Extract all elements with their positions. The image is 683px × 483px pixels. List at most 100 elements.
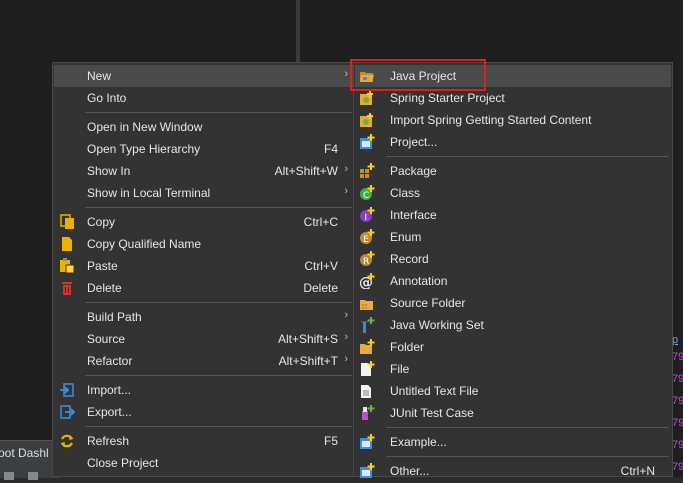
- boot-dashboard-tab-label: oot Dashl: [0, 446, 49, 460]
- menu-item-shortcut: Ctrl+N: [620, 464, 655, 478]
- menu-item-source[interactable]: Source Alt+Shift+S ›: [54, 328, 354, 350]
- submenu-item-java-working-set[interactable]: J Java Working Set: [355, 314, 671, 336]
- menu-item-shortcut: Delete: [303, 281, 338, 295]
- menu-item-label: Open Type Hierarchy: [87, 142, 201, 156]
- menu-item-build-path[interactable]: Build Path ›: [54, 306, 354, 328]
- menu-item-label: Import Spring Getting Started Content: [390, 113, 592, 127]
- console-text: 79: [672, 439, 683, 451]
- submenu-item-package[interactable]: Package: [355, 160, 671, 182]
- svg-text:J: J: [359, 320, 368, 333]
- menu-item-show-in[interactable]: Show In Alt+Shift+W ›: [54, 160, 354, 182]
- menu-item-new[interactable]: New ›: [54, 65, 354, 87]
- menu-item-shortcut: Ctrl+V: [304, 259, 338, 273]
- context-menu: New › Go Into Open in New Window Open Ty…: [52, 62, 356, 477]
- console-area: p 79 79 79 79 79 79 79: [672, 62, 683, 477]
- file-icon: [359, 361, 375, 377]
- menu-item-refresh[interactable]: Refresh F5: [54, 430, 354, 452]
- svg-text:R: R: [363, 257, 369, 267]
- menu-item-label: Enum: [390, 230, 422, 244]
- record-icon: R: [359, 251, 375, 267]
- submenu-item-record[interactable]: R Record: [355, 248, 671, 270]
- submenu-item-interface[interactable]: I Interface: [355, 204, 671, 226]
- menu-item-import[interactable]: Import...: [54, 379, 354, 401]
- console-link[interactable]: p: [672, 334, 683, 346]
- highlight-box: [350, 59, 486, 91]
- menu-item-paste[interactable]: Paste Ctrl+V: [54, 255, 354, 277]
- menu-separator: [85, 375, 352, 376]
- enum-icon: E: [359, 229, 375, 245]
- menu-item-label: Copy Qualified Name: [87, 237, 202, 251]
- spring-import-icon: [359, 112, 375, 128]
- menu-item-label: Folder: [390, 340, 425, 354]
- svg-text:E: E: [363, 235, 369, 245]
- menu-item-label: Close Project: [87, 456, 159, 470]
- submenu-item-other[interactable]: Other... Ctrl+N: [355, 460, 671, 482]
- menu-item-label: Project...: [390, 135, 438, 149]
- export-icon: [59, 404, 76, 420]
- class-icon: C: [359, 185, 375, 201]
- menu-item-shortcut: Alt+Shift+T: [278, 354, 338, 368]
- console-text: 79: [672, 373, 683, 385]
- menu-item-label: Example...: [390, 435, 447, 449]
- menu-item-label: Source: [87, 332, 126, 346]
- menu-item-copy[interactable]: Copy Ctrl+C: [54, 211, 354, 233]
- menu-separator: [386, 427, 669, 428]
- menu-item-open-type-hierarchy[interactable]: Open Type Hierarchy F4: [54, 138, 354, 160]
- copy-qualified-name-icon: [59, 236, 75, 252]
- submenu-item-untitled-text-file[interactable]: Untitled Text File: [355, 380, 671, 402]
- menu-item-open-in-new-window[interactable]: Open in New Window: [54, 116, 354, 138]
- submenu-item-junit-test-case[interactable]: JUnit Test Case: [355, 402, 671, 424]
- menu-item-delete[interactable]: Delete Delete: [54, 277, 354, 299]
- menu-item-shortcut: Ctrl+C: [303, 215, 338, 229]
- menu-item-label: JUnit Test Case: [390, 406, 474, 420]
- submenu-item-annotation[interactable]: @ Annotation: [355, 270, 671, 292]
- menu-item-label: Java Working Set: [390, 318, 484, 332]
- menu-item-label: Open in New Window: [87, 120, 203, 134]
- package-icon: [359, 163, 375, 179]
- menu-item-label: Import...: [87, 383, 132, 397]
- editor-area-right: [300, 0, 683, 62]
- menu-item-show-in-local-terminal[interactable]: Show in Local Terminal ›: [54, 182, 354, 204]
- submenu-item-project[interactable]: Project...: [355, 131, 671, 153]
- submenu-item-example[interactable]: Example...: [355, 431, 671, 453]
- console-text: 79: [672, 395, 683, 407]
- submenu-item-file[interactable]: File: [355, 358, 671, 380]
- svg-text:I: I: [365, 213, 368, 223]
- menu-item-go-into[interactable]: Go Into: [54, 87, 354, 109]
- menu-item-label: Paste: [87, 259, 118, 273]
- menu-item-label: Interface: [390, 208, 437, 222]
- menu-item-label: Source Folder: [390, 296, 466, 310]
- submenu-item-class[interactable]: C Class: [355, 182, 671, 204]
- menu-item-label: Show in Local Terminal: [87, 186, 211, 200]
- menu-item-close-project[interactable]: Close Project: [54, 452, 354, 474]
- junit-icon: [359, 405, 375, 421]
- menu-item-shortcut: F5: [323, 434, 338, 448]
- submenu-item-source-folder[interactable]: Source Folder: [355, 292, 671, 314]
- menu-item-shortcut: Alt+Shift+S: [277, 332, 338, 346]
- submenu-arrow-icon: ›: [344, 353, 348, 365]
- submenu-item-import-spring-content[interactable]: Import Spring Getting Started Content: [355, 109, 671, 131]
- menu-item-label: Spring Starter Project: [390, 91, 505, 105]
- copy-icon: [59, 214, 75, 230]
- working-set-icon: J: [359, 317, 375, 336]
- submenu-item-folder[interactable]: Folder: [355, 336, 671, 358]
- menu-item-export[interactable]: Export...: [54, 401, 354, 423]
- menu-item-copy-qualified-name[interactable]: Copy Qualified Name: [54, 233, 354, 255]
- menu-item-label: Record: [390, 252, 429, 266]
- menu-item-label: New: [87, 69, 112, 83]
- menu-item-label: Other...: [390, 464, 430, 478]
- submenu-arrow-icon: ›: [344, 309, 348, 321]
- menu-separator: [85, 426, 352, 427]
- menu-item-refactor[interactable]: Refactor Alt+Shift+T ›: [54, 350, 354, 372]
- submenu-item-enum[interactable]: E Enum: [355, 226, 671, 248]
- interface-icon: I: [359, 207, 375, 223]
- menu-separator: [386, 456, 669, 457]
- boot-dashboard-tab[interactable]: oot Dashl: [0, 440, 60, 480]
- folder-icon: [359, 339, 375, 355]
- menu-item-label: Export...: [87, 405, 132, 419]
- menu-separator: [85, 302, 352, 303]
- menu-item-label: Go Into: [87, 91, 127, 105]
- submenu-arrow-icon: ›: [344, 185, 348, 197]
- spring-starter-icon: [359, 90, 375, 106]
- submenu-arrow-icon: ›: [344, 163, 348, 175]
